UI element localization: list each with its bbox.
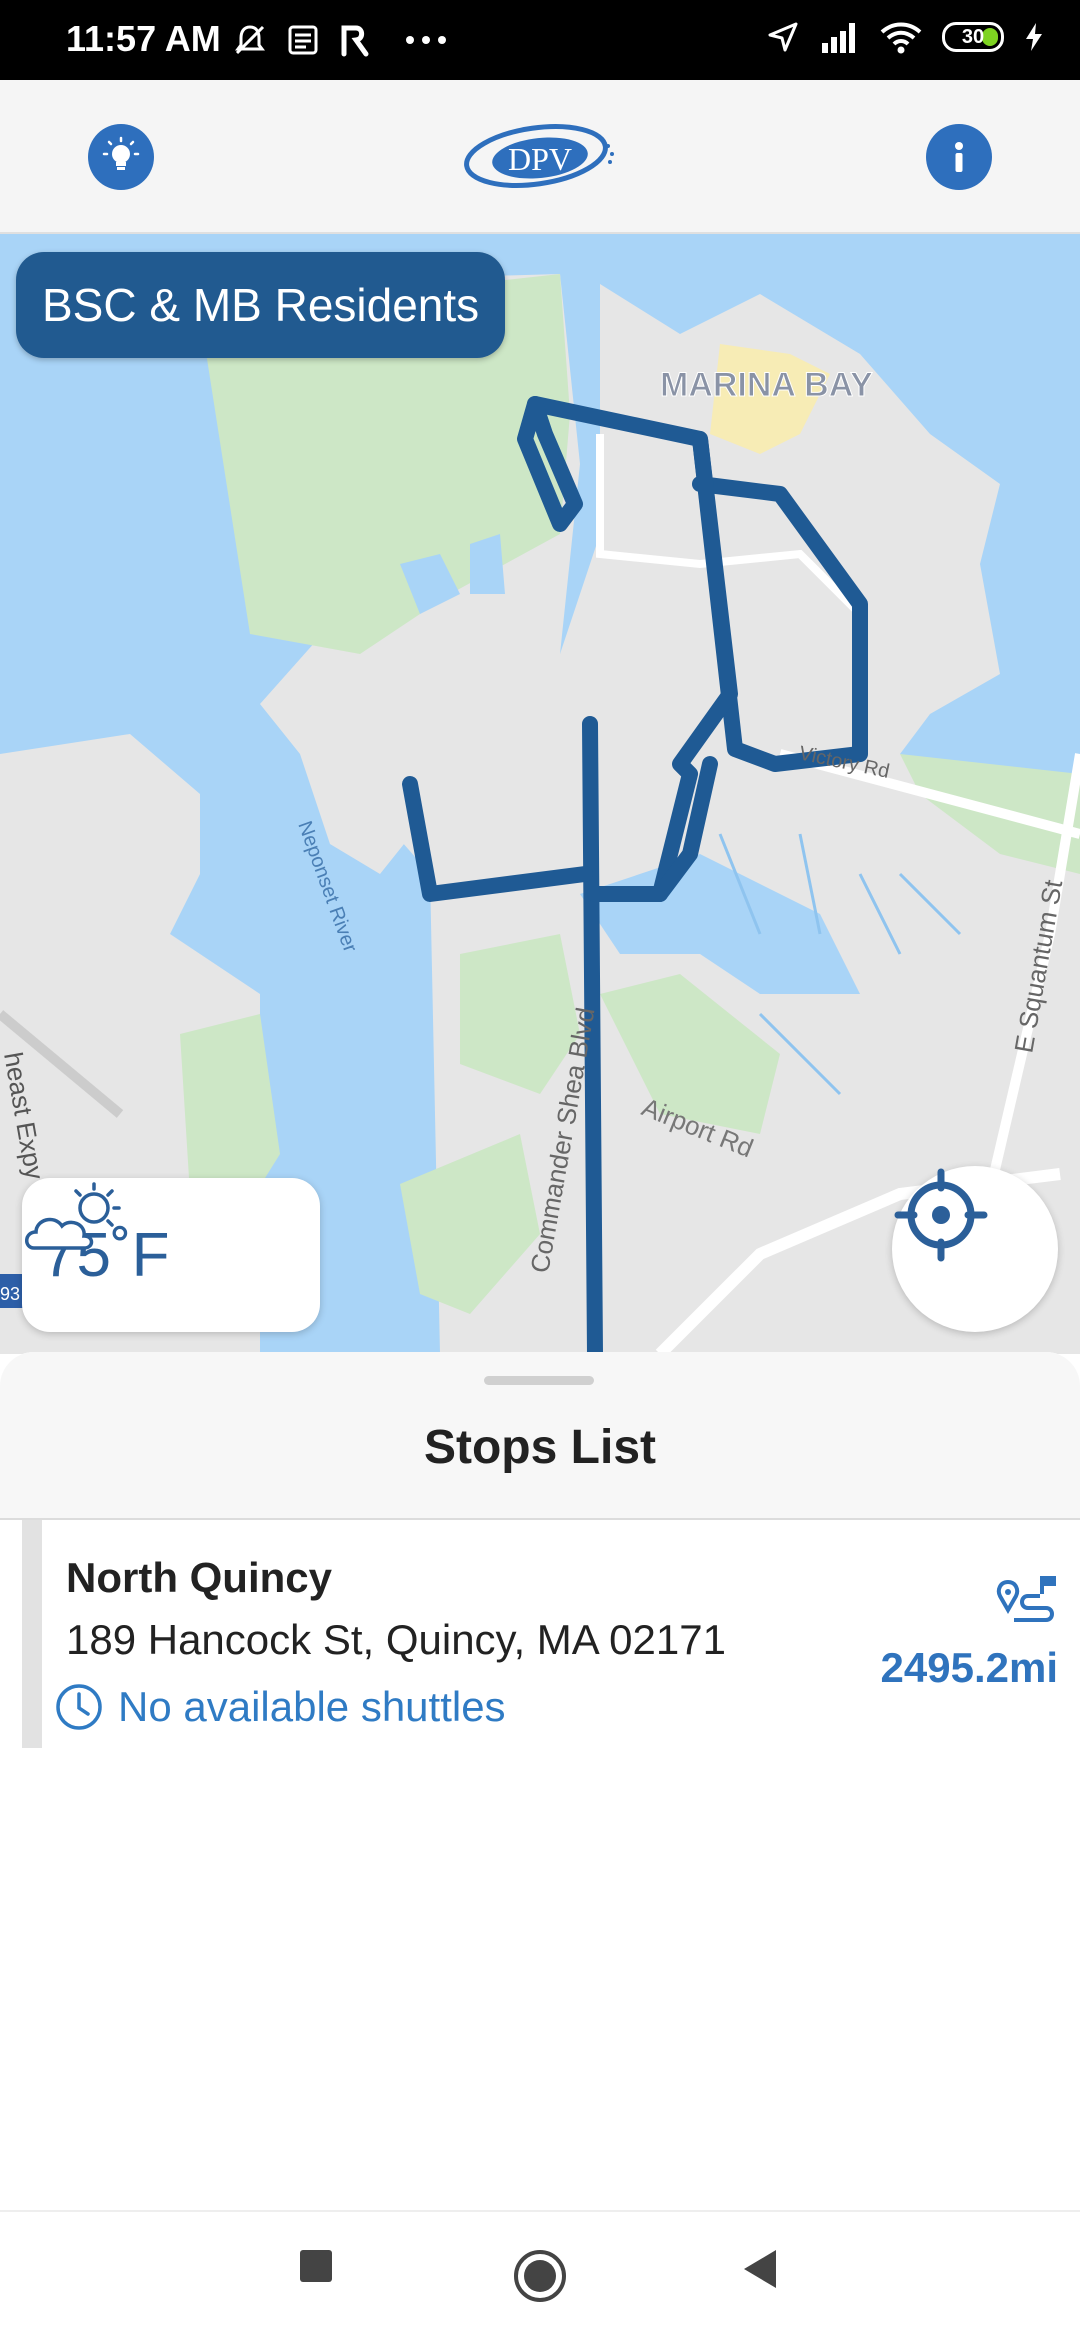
stop-indicator-bar [22, 1520, 42, 1748]
stop-status: No available shuttles [54, 1682, 506, 1732]
battery-level: 30 [961, 25, 985, 48]
back-icon [744, 2250, 776, 2288]
route-selector-button[interactable]: BSC & MB Residents [16, 252, 506, 358]
lightbulb-icon [102, 136, 140, 170]
logo-text: DPV [508, 141, 572, 177]
charging-icon [1026, 23, 1042, 51]
pond-2 [470, 534, 505, 594]
clock-icon [56, 1684, 102, 1730]
stop-address: 189 Hancock St, Quincy, MA 02171 [66, 1616, 726, 1663]
recents-button[interactable] [298, 2248, 334, 2284]
status-left-icons [232, 22, 448, 58]
info-button[interactable] [926, 124, 992, 190]
stops-sheet-header[interactable]: Stops List [0, 1352, 1080, 1520]
stops-sheet: Stops List North Quincy 189 Hancock St, … [0, 1352, 1080, 2210]
stop-status-text: No available shuttles [118, 1683, 506, 1730]
info-icon [955, 142, 963, 172]
more-dots-icon [406, 36, 446, 44]
tips-button[interactable] [88, 124, 154, 190]
stops-list-title: Stops List [423, 1421, 656, 1474]
home-icon [514, 2250, 566, 2302]
map-view[interactable]: MARINA BAY Neponset River Victory Rd E S… [0, 234, 1080, 1354]
recents-icon [300, 2250, 332, 2282]
silent-mode-icon [235, 25, 265, 55]
battery-icon: 30 [942, 22, 1004, 52]
wifi-icon [880, 22, 922, 54]
status-bar: 11:57 AM 30 [0, 0, 1080, 80]
dpv-logo: DPV [464, 124, 614, 188]
label-highway: 93 [0, 1284, 20, 1304]
home-button[interactable] [512, 2248, 568, 2304]
stop-list-item[interactable]: North Quincy 189 Hancock St, Quincy, MA … [0, 1520, 1080, 1748]
signal-icon [822, 23, 855, 53]
sheet-drag-handle[interactable] [484, 1376, 594, 1385]
crosshair-icon [894, 1168, 988, 1262]
app-header: DPV [0, 80, 1080, 234]
system-nav-bar [0, 2210, 1080, 2340]
back-button[interactable] [740, 2248, 780, 2290]
status-right-icons: 30 [766, 20, 1044, 54]
stop-name: North Quincy [66, 1554, 333, 1601]
weather-widget[interactable]: 75˚F [22, 1178, 320, 1332]
route-distance-icon [996, 1576, 1056, 1622]
r-app-icon [341, 25, 369, 57]
label-marina-bay: MARINA BAY [660, 366, 873, 404]
stop-distance: 2495.2mi [880, 1644, 1058, 1691]
partly-cloudy-icon [25, 1182, 121, 1250]
news-icon [288, 25, 318, 55]
status-time: 11:57 AM [66, 18, 221, 59]
recenter-location-button[interactable] [892, 1166, 1058, 1332]
location-arrow-icon [768, 22, 798, 52]
